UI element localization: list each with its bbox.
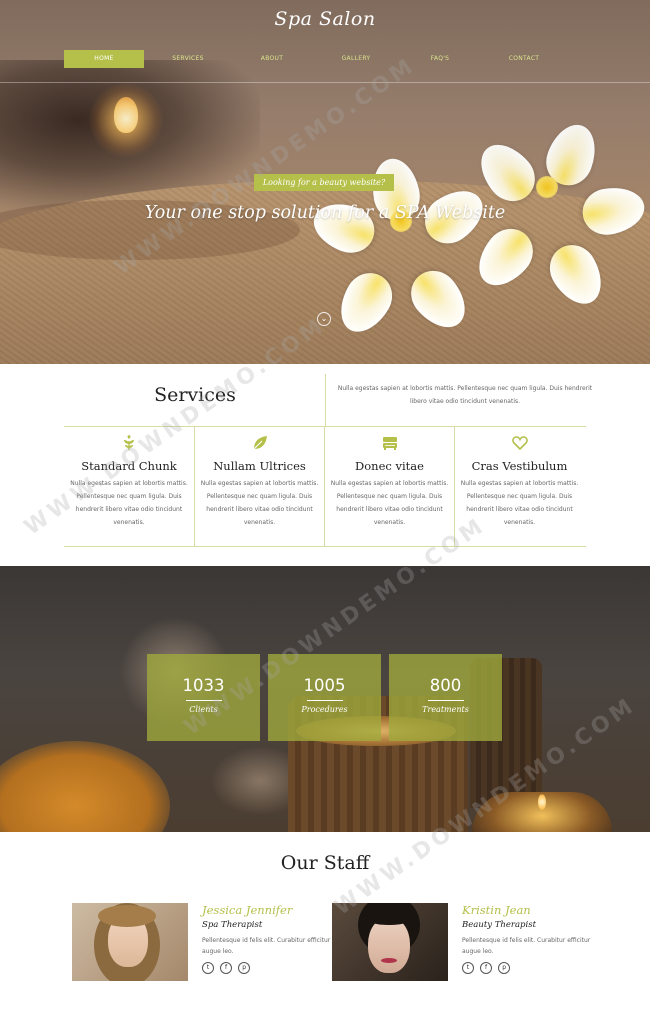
social-links: t f p xyxy=(462,962,511,974)
service-text: Nulla egestas sapien at lobortis mattis.… xyxy=(460,480,579,526)
pinterest-icon[interactable]: p xyxy=(498,962,511,974)
services-grid: Standard Chunk Nulla egestas sapien at l… xyxy=(64,426,586,547)
nav-item-gallery[interactable]: Gallery xyxy=(316,50,396,68)
staff-role: Beauty Therapist xyxy=(462,920,536,930)
service-text: Nulla egestas sapien at lobortis mattis.… xyxy=(330,480,449,526)
service-title: Cras Vestibulum xyxy=(471,459,568,473)
stat-label: Clients xyxy=(189,705,218,714)
stats-section: 1033 Clients 1005 Procedures 800 Treatme… xyxy=(0,566,650,832)
pinterest-icon[interactable]: p xyxy=(238,962,251,974)
service-card: Nullam Ultrices Nulla egestas sapien at … xyxy=(194,427,324,546)
services-divider xyxy=(325,374,326,426)
staff-section: Our Staff Jessica Jennifer Spa Therapist… xyxy=(0,832,650,1015)
staff-bio: Pellentesque id felis elit. Curabitur ef… xyxy=(202,937,331,955)
staff-card: Jessica Jennifer Spa Therapist Pellentes… xyxy=(72,903,332,981)
stat-label: Treatments xyxy=(422,705,469,714)
stat-divider xyxy=(306,700,343,701)
services-heading: Services xyxy=(154,384,236,406)
stat-box: 800 Treatments xyxy=(389,654,502,741)
bed-icon xyxy=(382,437,397,450)
service-card: Standard Chunk Nulla egestas sapien at l… xyxy=(64,427,194,546)
services-intro: Nulla egestas sapien at lobortis mattis.… xyxy=(337,385,593,405)
stat-value: 1033 xyxy=(182,676,225,695)
staff-photo xyxy=(332,903,448,981)
heart-icon xyxy=(511,436,528,451)
stat-label: Procedures xyxy=(301,705,348,714)
staff-name: Jessica Jennifer xyxy=(202,903,293,917)
hero-tagline: Looking for a beauty website? xyxy=(254,174,394,191)
service-card: Cras Vestibulum Nulla egestas sapien at … xyxy=(454,427,584,546)
stat-value: 800 xyxy=(429,676,462,695)
twitter-icon[interactable]: t xyxy=(462,962,474,974)
staff-card: Kristin Jean Beauty Therapist Pellentesq… xyxy=(332,903,592,981)
stat-box: 1005 Procedures xyxy=(268,654,381,741)
stat-divider xyxy=(427,700,464,701)
nav-item-services[interactable]: Services xyxy=(148,50,228,68)
twitter-icon[interactable]: t xyxy=(202,962,214,974)
candle-flame xyxy=(538,794,546,810)
stat-box: 1033 Clients xyxy=(147,654,260,741)
services-section: Services Nulla egestas sapien at loborti… xyxy=(0,364,650,566)
service-text: Nulla egestas sapien at lobortis mattis.… xyxy=(70,480,188,526)
hero-heading: Your one stop solution for a SPA Website xyxy=(144,203,506,223)
staff-name: Kristin Jean xyxy=(462,903,531,917)
staff-photo xyxy=(72,903,188,981)
facebook-icon[interactable]: f xyxy=(480,962,493,974)
site-logo-title[interactable]: Spa Salon xyxy=(0,8,650,30)
service-title: Nullam Ultrices xyxy=(213,459,306,473)
nav-divider xyxy=(0,82,650,83)
nav-item-contact[interactable]: Contact xyxy=(484,50,564,68)
leaf-icon xyxy=(253,436,267,450)
sponge-image xyxy=(0,741,170,832)
service-card: Donec vitae Nulla egestas sapien at lobo… xyxy=(324,427,454,546)
service-text: Nulla egestas sapien at lobortis mattis.… xyxy=(200,480,319,526)
staff-bio: Pellentesque id felis elit. Curabitur ef… xyxy=(462,937,591,955)
main-nav: Home Services About Gallery Faq's Contac… xyxy=(64,50,584,68)
social-links: t f p xyxy=(202,962,251,974)
service-title: Donec vitae xyxy=(355,459,424,473)
nav-item-faqs[interactable]: Faq's xyxy=(400,50,480,68)
stat-value: 1005 xyxy=(303,676,346,695)
staff-heading: Our Staff xyxy=(280,852,370,874)
facebook-icon[interactable]: f xyxy=(220,962,233,974)
nav-item-about[interactable]: About xyxy=(232,50,312,68)
staff-role: Spa Therapist xyxy=(202,920,263,930)
service-title: Standard Chunk xyxy=(81,459,177,473)
nav-item-home[interactable]: Home xyxy=(64,50,144,68)
chevron-down-icon[interactable]: ⌄ xyxy=(317,312,331,326)
stat-divider xyxy=(185,700,222,701)
hero-section: Spa Salon Home Services About Gallery Fa… xyxy=(0,0,650,364)
leaf-sprout-icon xyxy=(124,435,134,450)
